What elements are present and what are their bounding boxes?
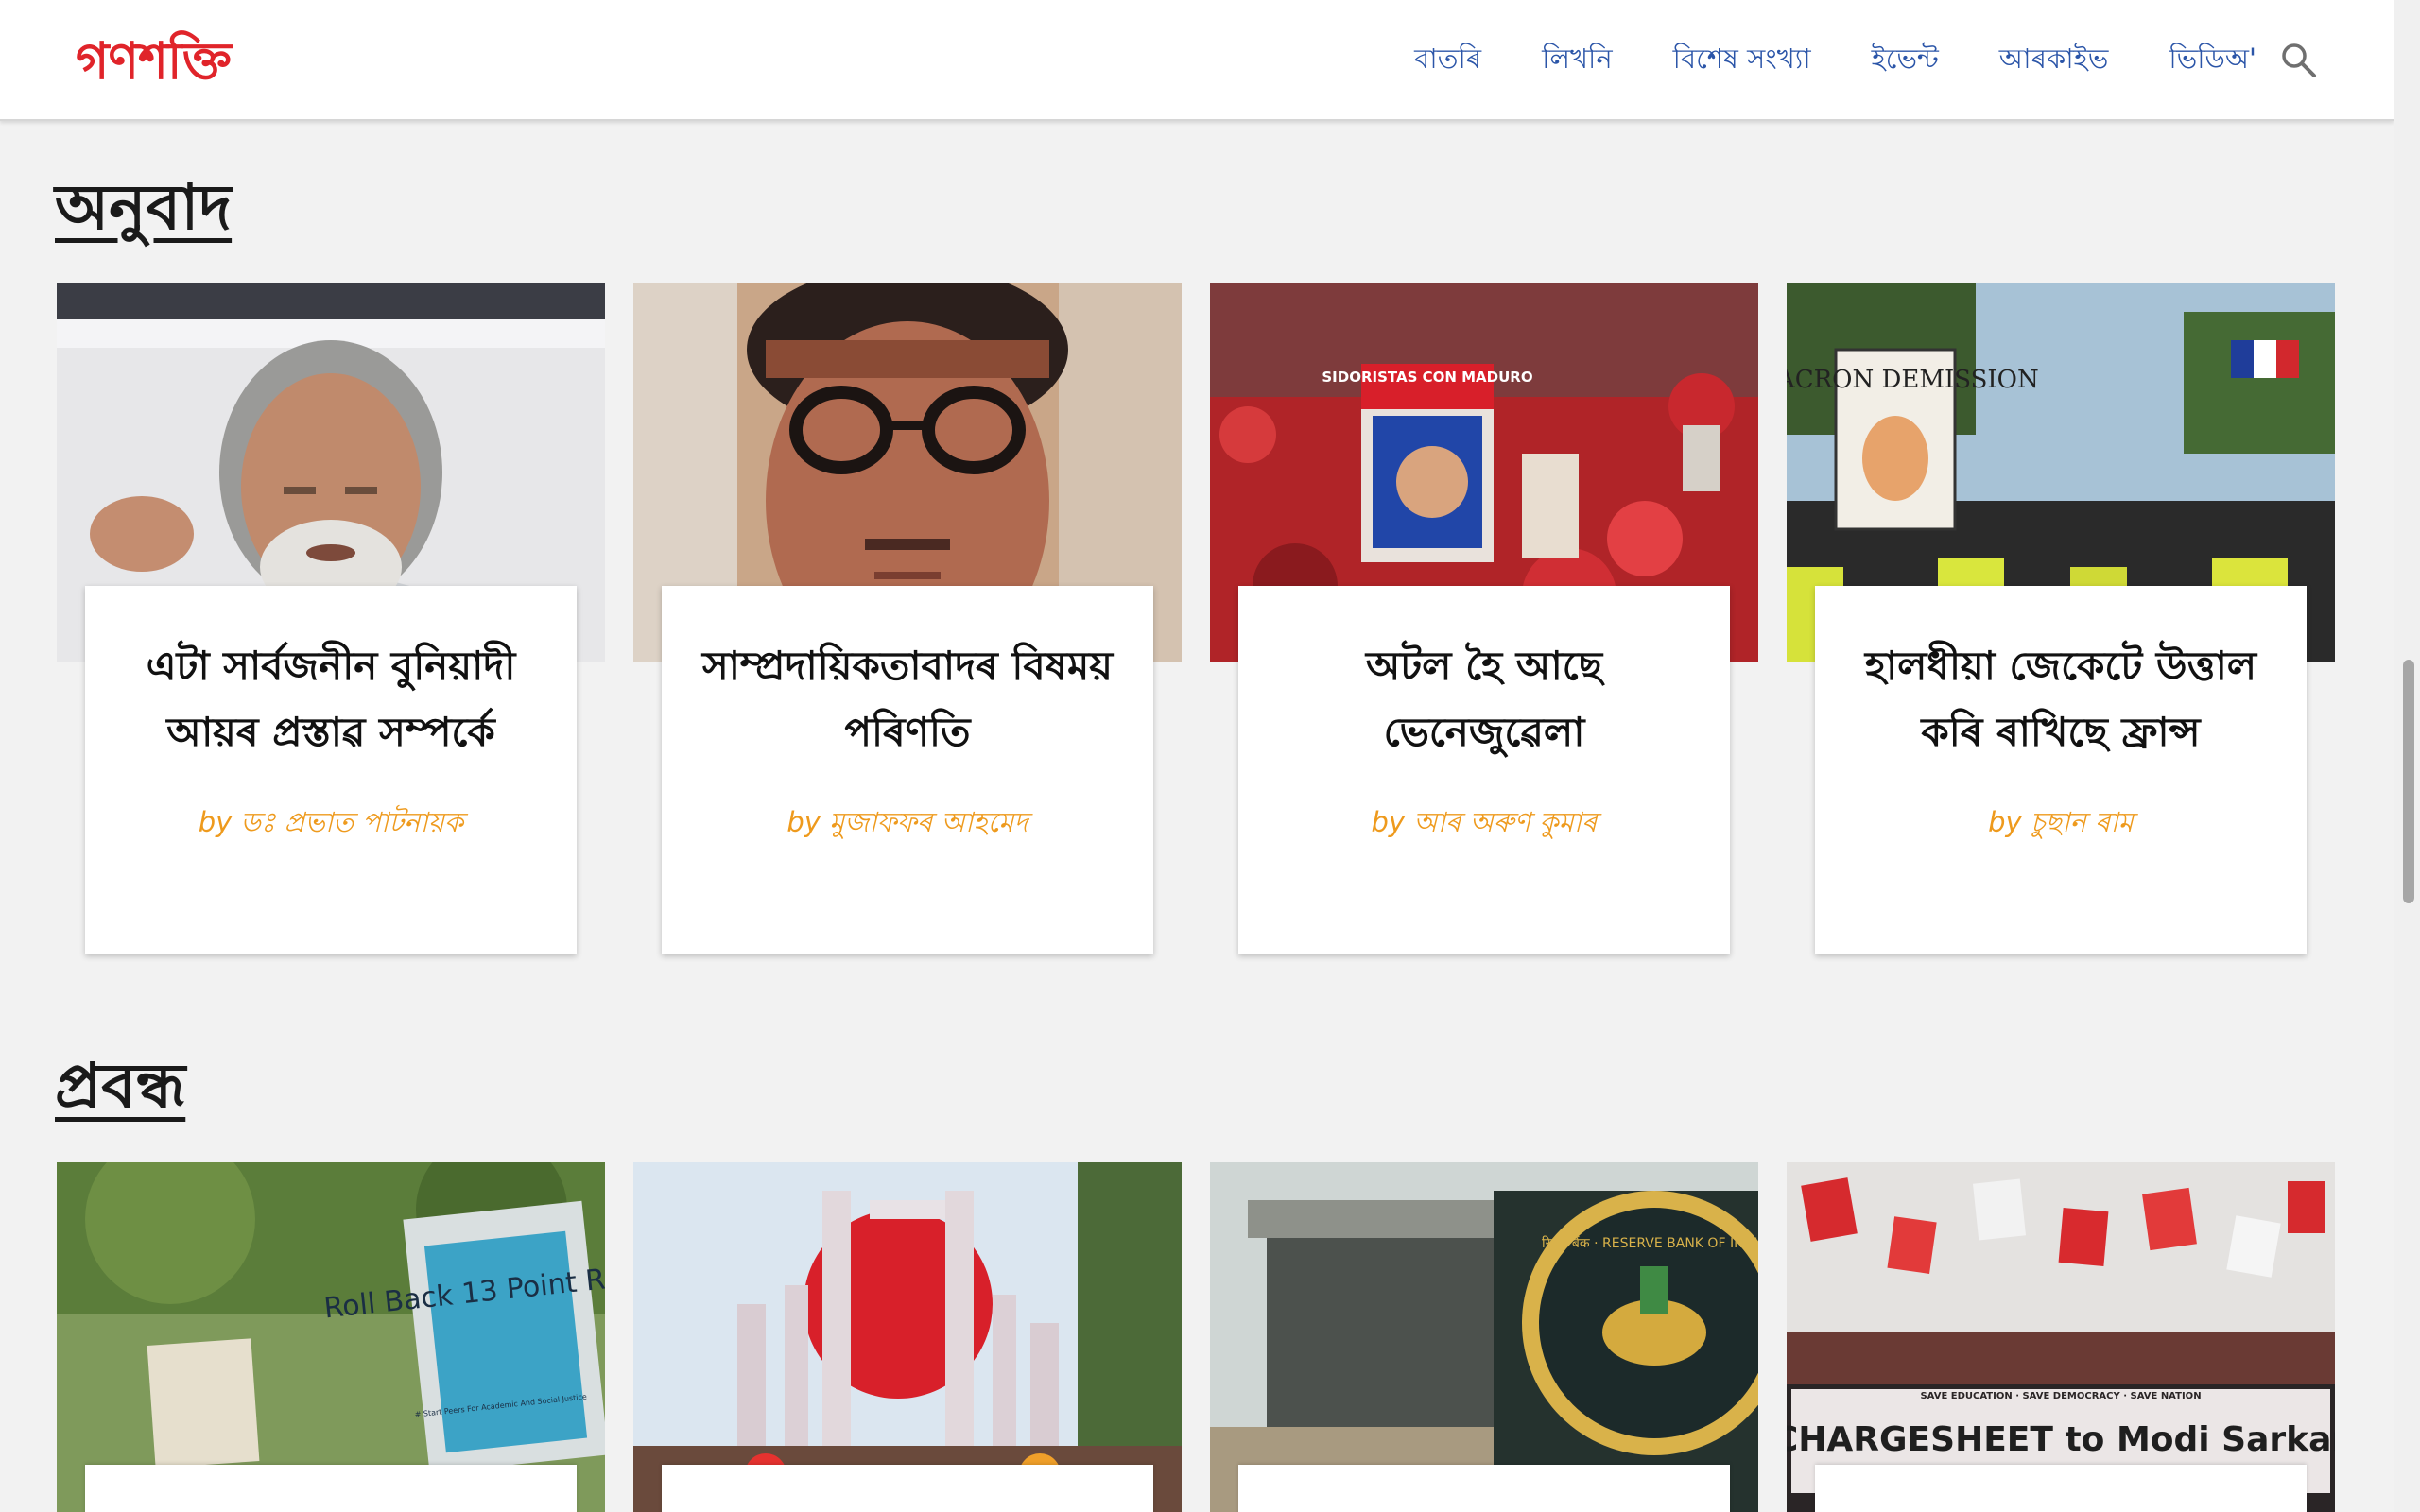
article-card[interactable]	[662, 1465, 1153, 1512]
site-logo[interactable]: গণশক্তি	[76, 26, 232, 94]
search-icon[interactable]	[2280, 42, 2318, 79]
nav-item-events[interactable]: ইভেন্ট	[1872, 38, 1939, 84]
article-author[interactable]: by চুছান ৰাম	[1843, 801, 2278, 848]
article-title[interactable]: সাম্প্ৰদায়িকতাবাদৰ বিষময় পৰিণতি	[690, 633, 1125, 765]
section-title-essays[interactable]: প্ৰবন্ধ	[55, 1043, 185, 1128]
card-image-reserve-bank[interactable]: रिज़र्व बैंक · RESERVE BANK OF INDIA	[1210, 1162, 1758, 1512]
main-nav: বাতৰি লিখনি বিশেষ সংখ্যা ইভেন্ট আৰকাইভ ভ…	[1414, 0, 2256, 121]
sign-text: MACRON DEMISSION	[1787, 366, 2039, 394]
banner-top-text: SAVE EDUCATION · SAVE DEMOCRACY · SAVE N…	[1920, 1391, 2201, 1401]
seal-text: रिज़र्व बैंक · RESERVE BANK OF INDIA	[1542, 1235, 1758, 1251]
nav-item-video[interactable]: ভিডিঅ'	[2169, 38, 2256, 84]
nav-item-news[interactable]: বাতৰি	[1414, 38, 1481, 84]
page-scrollbar[interactable]	[2394, 0, 2420, 1512]
article-card[interactable]: সাম্প্ৰদায়িকতাবাদৰ বিষময় পৰিণতি by মুজ…	[662, 586, 1153, 954]
site-header: গণশক্তি বাতৰি লিখনি বিশেষ সংখ্যা ইভেন্ট …	[0, 0, 2394, 121]
article-card[interactable]: অটল হৈ আছে ভেনেজুৱেলা by আৰ অৰুণ কুমাৰ	[1238, 586, 1730, 954]
article-card[interactable]: হালধীয়া জেকেটে উত্তাল কৰি ৰাখিছে ফ্ৰান্…	[1815, 586, 2307, 954]
article-author[interactable]: by আৰ অৰুণ কুমাৰ	[1267, 801, 1702, 848]
card-image-shaheed-minar[interactable]	[633, 1162, 1182, 1512]
article-title[interactable]: অটল হৈ আছে ভেনেজুৱেলা	[1267, 633, 1702, 765]
sign-text: SIDORISTAS CON MADURO	[1322, 369, 1532, 386]
card-image-chargesheet-march[interactable]: SAVE EDUCATION · SAVE DEMOCRACY · SAVE N…	[1787, 1162, 2335, 1512]
article-title[interactable]: এটা সাৰ্বজনীন বুনিয়াদী আয়ৰ প্ৰস্তাৱ সম…	[113, 633, 548, 765]
article-author[interactable]: by মুজাফফৰ আহমেদ	[690, 801, 1125, 848]
article-card[interactable]	[1238, 1465, 1730, 1512]
article-author[interactable]: by ডঃ প্ৰভাত পাটনায়ক	[113, 801, 548, 848]
scrollbar-thumb[interactable]	[2403, 660, 2414, 903]
banner-text: CHARGESHEET to Modi Sarkar	[1787, 1420, 2335, 1459]
article-card[interactable]	[1815, 1465, 2307, 1512]
nav-item-writings[interactable]: লিখনি	[1542, 38, 1613, 84]
nav-item-special-issue[interactable]: বিশেষ সংখ্যা	[1673, 38, 1811, 84]
section-title-translation[interactable]: অনুবাদ	[55, 164, 232, 249]
article-card[interactable]	[85, 1465, 577, 1512]
article-title[interactable]: হালধীয়া জেকেটে উত্তাল কৰি ৰাখিছে ফ্ৰান্…	[1843, 633, 2278, 765]
article-card[interactable]: এটা সাৰ্বজনীন বুনিয়াদী আয়ৰ প্ৰস্তাৱ সম…	[85, 586, 577, 954]
card-image-roster-protest[interactable]: Roll Back 13 Point Roster # Start Peers …	[57, 1162, 605, 1512]
nav-item-archive[interactable]: আৰকাইভ	[1999, 38, 2109, 84]
